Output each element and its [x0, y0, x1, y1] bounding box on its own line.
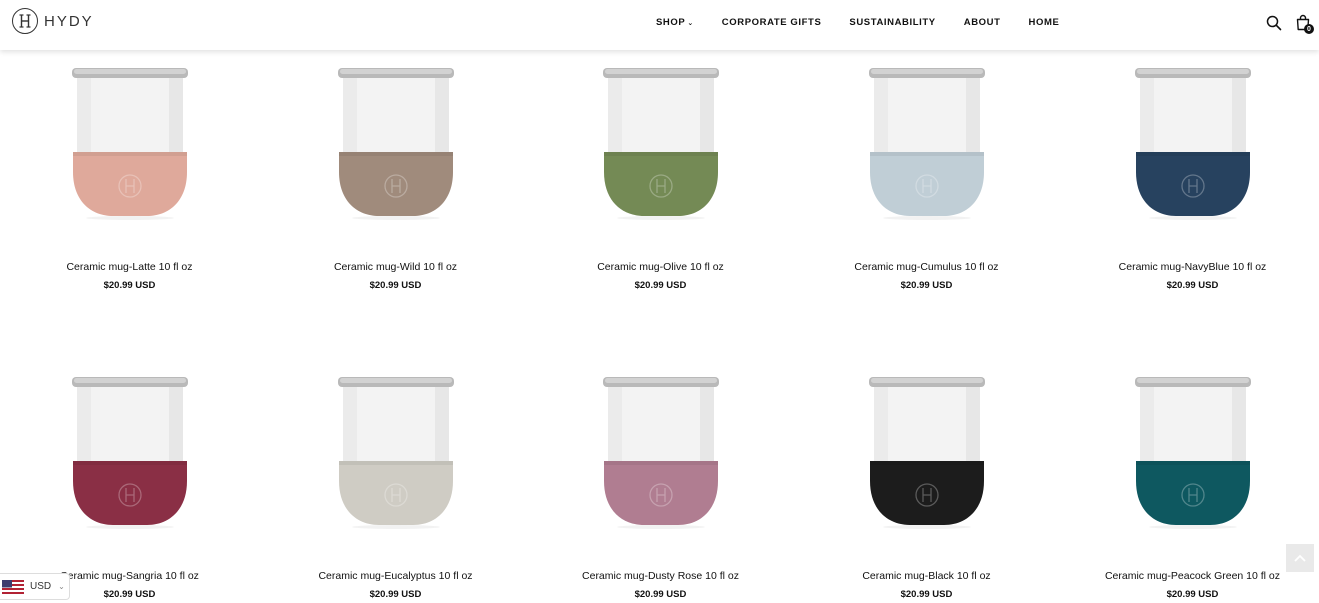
- nav-sustainability-label: SUSTAINABILITY: [849, 17, 936, 28]
- product-image[interactable]: [794, 369, 1059, 569]
- logo-text: HYDY: [44, 12, 94, 30]
- chevron-up-icon: [1294, 554, 1306, 562]
- product-card[interactable]: Ceramic mug-Cumulus 10 fl oz $20.99 USD: [794, 60, 1059, 292]
- product-price: $20.99 USD: [1166, 280, 1219, 291]
- product-image[interactable]: [794, 60, 1059, 260]
- product-image[interactable]: [528, 369, 793, 569]
- product-name[interactable]: Ceramic mug-Wild 10 fl oz: [263, 260, 528, 274]
- nav-corporate-gifts-label: CORPORATE GIFTS: [721, 17, 822, 28]
- product-image[interactable]: [263, 369, 528, 569]
- product-image[interactable]: [0, 60, 262, 260]
- chevron-down-icon: ⌄: [687, 19, 694, 27]
- product-name[interactable]: Ceramic mug-NavyBlue 10 fl oz: [1060, 260, 1319, 274]
- product-name[interactable]: Ceramic mug-Latte 10 fl oz: [0, 260, 262, 274]
- product-card[interactable]: Ceramic mug-Olive 10 fl oz $20.99 USD: [528, 60, 793, 292]
- product-price: $20.99 USD: [900, 280, 953, 291]
- nav-home-label: HOME: [1028, 17, 1060, 28]
- product-card[interactable]: Ceramic mug-Black 10 fl oz $20.99 USD: [794, 369, 1059, 601]
- logo-h-icon: [19, 14, 31, 28]
- logo-mark: [12, 8, 38, 34]
- product-card[interactable]: Ceramic mug-Latte 10 fl oz $20.99 USD: [0, 60, 262, 292]
- product-price: $20.99 USD: [1166, 589, 1219, 600]
- nav-about-label: ABOUT: [963, 17, 1001, 28]
- product-name[interactable]: Ceramic mug-Dusty Rose 10 fl oz: [528, 569, 793, 583]
- product-price: $20.99 USD: [900, 589, 953, 600]
- product-price: $20.99 USD: [369, 280, 422, 291]
- site-header: HYDY SHOP ⌄ CORPORATE GIFTS SUSTAINABILI…: [0, 0, 1319, 50]
- nav-home[interactable]: HOME: [1029, 17, 1060, 28]
- cart-icon[interactable]: 0: [1295, 14, 1314, 34]
- product-card[interactable]: Ceramic mug-Peacock Green 10 fl oz $20.99…: [1060, 369, 1319, 601]
- nav-sustainability[interactable]: SUSTAINABILITY: [849, 17, 935, 28]
- product-name[interactable]: Ceramic mug-Peacock Green 10 fl oz: [1060, 569, 1319, 583]
- product-price: $20.99 USD: [634, 589, 687, 600]
- chevron-down-icon: ⌄: [58, 582, 65, 591]
- back-to-top-button[interactable]: [1286, 544, 1314, 572]
- logo[interactable]: HYDY: [12, 8, 94, 34]
- product-price: $20.99 USD: [634, 280, 687, 291]
- product-price: $20.99 USD: [103, 280, 156, 291]
- nav-shop[interactable]: SHOP ⌄: [656, 17, 694, 28]
- product-name[interactable]: Ceramic mug-Eucalyptus 10 fl oz: [263, 569, 528, 583]
- product-image[interactable]: [263, 60, 528, 260]
- product-card[interactable]: Ceramic mug-Eucalyptus 10 fl oz $20.99 US…: [263, 369, 528, 601]
- product-image[interactable]: [528, 60, 793, 260]
- us-flag-icon: [2, 579, 24, 594]
- product-card[interactable]: Ceramic mug-Wild 10 fl oz $20.99 USD: [263, 60, 528, 292]
- currency-selector[interactable]: USD ⌄: [0, 573, 70, 600]
- nav-about[interactable]: ABOUT: [964, 17, 1001, 28]
- product-name[interactable]: Ceramic mug-Black 10 fl oz: [794, 569, 1059, 583]
- product-image[interactable]: [1060, 369, 1319, 569]
- nav-shop-label: SHOP: [656, 17, 686, 28]
- search-icon[interactable]: [1266, 15, 1282, 31]
- currency-code: USD: [30, 581, 52, 592]
- product-grid: Ceramic mug-Latte 10 fl oz $20.99 USD Cera…: [0, 0, 1319, 603]
- product-image[interactable]: [0, 369, 262, 569]
- product-card[interactable]: Ceramic mug-Sangria 10 fl oz $20.99 USD: [0, 369, 262, 601]
- product-name[interactable]: Ceramic mug-Cumulus 10 fl oz: [794, 260, 1059, 274]
- main-nav: SHOP ⌄ CORPORATE GIFTS SUSTAINABILITY AB…: [656, 17, 1087, 28]
- nav-corporate-gifts[interactable]: CORPORATE GIFTS: [722, 17, 822, 28]
- header-actions: 0: [1253, 14, 1314, 34]
- product-card[interactable]: Ceramic mug-Dusty Rose 10 fl oz $20.99 US…: [528, 369, 793, 601]
- product-card[interactable]: Ceramic mug-NavyBlue 10 fl oz $20.99 USD: [1060, 60, 1319, 292]
- cart-count-badge: 0: [1304, 24, 1314, 34]
- product-image[interactable]: [1060, 60, 1319, 260]
- product-price: $20.99 USD: [369, 589, 422, 600]
- product-name[interactable]: Ceramic mug-Olive 10 fl oz: [528, 260, 793, 274]
